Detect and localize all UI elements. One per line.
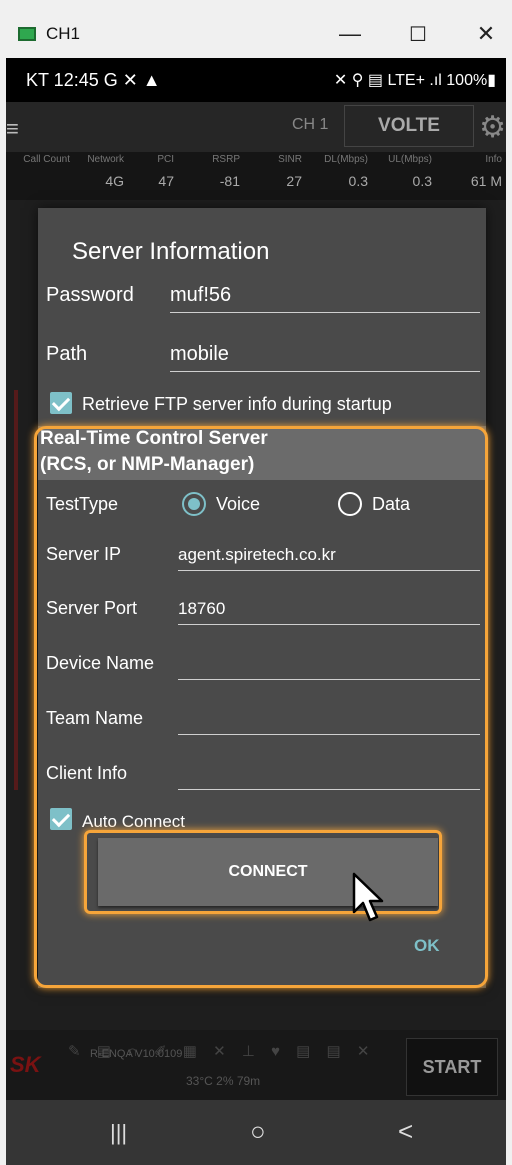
password-field[interactable]: muf!56 — [170, 284, 231, 307]
team-name-label: Team Name — [46, 708, 144, 728]
testtype-label: TestType — [46, 494, 119, 514]
minimize-button[interactable]: — — [328, 16, 372, 52]
version-label: R-ENQA V10.0109 — [90, 1048, 183, 1060]
auto-connect-label: Auto Connect — [82, 812, 186, 831]
server-ip-field[interactable]: agent.spiretech.co.kr — [178, 545, 336, 565]
channel-label: CH 1 — [292, 116, 329, 133]
home-button[interactable]: ○ — [250, 1116, 266, 1147]
app-toolbar: ≡ CH 1 VOLTE ⚙ — [6, 102, 506, 152]
back-button[interactable]: < — [398, 1116, 413, 1147]
server-port-field[interactable]: 18760 — [178, 599, 225, 619]
password-label: Password — [46, 284, 134, 306]
metric-info: Info 61 M — [470, 154, 502, 189]
mouse-cursor-icon — [352, 872, 384, 922]
rcs-header-line2: (RCS, or NMP-Manager) — [40, 454, 255, 475]
device-name-label: Device Name — [46, 653, 155, 673]
rcs-header-line1: Real-Time Control Server — [40, 428, 268, 449]
server-ip-label: Server IP — [46, 544, 122, 564]
menu-icon[interactable]: ≡ — [6, 116, 19, 142]
retrieve-ftp-checkbox[interactable] — [50, 392, 72, 414]
app-bottom-bar: SK ✎ ▤ ∩ ✐ ▦ ✕ ⊥ ♥ ▤ ▤ ✕ R-ENQA V10.0109… — [6, 1030, 506, 1100]
android-status-bar: KT 12:45 G ✕ ▲ ✕ ⚲ ▤ LTE+ .ıl 100%▮ — [6, 58, 506, 102]
client-info-label: Client Info — [46, 763, 128, 783]
metric-ul: UL(Mbps) 0.3 — [388, 154, 432, 189]
gear-icon[interactable]: ⚙ — [479, 110, 506, 145]
metric-pci: PCI 47 — [157, 154, 174, 189]
device-name-underline — [178, 679, 480, 680]
status-system-icons: ✕ ⚲ ▤ LTE+ .ıl 100%▮ — [333, 72, 496, 89]
window-titlebar: CH1 — ☐ ✕ — [0, 0, 512, 58]
voice-radio-label: Voice — [216, 494, 261, 514]
android-nav-bar: ||| ○ < — [6, 1100, 506, 1165]
metric-dl: DL(Mbps) 0.3 — [324, 154, 368, 189]
server-ip-underline — [178, 570, 480, 571]
auto-connect-checkbox[interactable] — [50, 808, 72, 830]
maximize-button[interactable]: ☐ — [396, 16, 440, 52]
data-radio-label: Data — [372, 494, 411, 514]
window-title: CH1 — [46, 24, 81, 43]
background-graph-bar — [14, 390, 18, 790]
metric-call-count: Call Count — [23, 154, 70, 165]
metrics-strip: Call Count Network 4G PCI 47 RSRP -81 SINR 2… — [6, 152, 506, 200]
phone-screen: KT 12:45 G ✕ ▲ ✕ ⚲ ▤ LTE+ .ıl 100%▮ ≡ CH… — [6, 58, 506, 1165]
sk-logo: SK — [10, 1052, 41, 1077]
path-underline — [170, 371, 480, 372]
voice-radio[interactable] — [182, 492, 206, 516]
dialog-title: Server Information — [72, 238, 270, 265]
team-name-underline — [178, 734, 480, 735]
server-information-dialog: Server Information Password muf!56 Path … — [38, 208, 486, 988]
start-button[interactable]: START — [406, 1038, 498, 1096]
password-underline — [170, 312, 480, 313]
volte-mode-button[interactable]: VOLTE — [344, 105, 474, 147]
path-label: Path — [46, 343, 88, 365]
device-status-label: 33°C 2% 79m — [186, 1074, 261, 1088]
metric-sinr: SINR 27 — [278, 154, 302, 189]
ok-button[interactable]: OK — [414, 936, 440, 956]
metric-rsrp: RSRP -81 — [212, 154, 240, 189]
recent-apps-button[interactable]: ||| — [110, 1120, 127, 1146]
server-port-underline — [178, 624, 480, 625]
data-radio[interactable] — [338, 492, 362, 516]
close-button[interactable]: ✕ — [464, 16, 508, 52]
client-info-underline — [178, 789, 480, 790]
rcs-section-header: Real-Time Control Server (RCS, or NMP-Ma… — [38, 426, 486, 480]
status-time: KT 12:45 G ✕ ▲ — [26, 70, 161, 90]
retrieve-ftp-label: Retrieve FTP server info during startup — [82, 394, 392, 414]
path-field[interactable]: mobile — [170, 343, 229, 366]
server-port-label: Server Port — [46, 598, 138, 618]
app-window-icon — [18, 27, 36, 41]
